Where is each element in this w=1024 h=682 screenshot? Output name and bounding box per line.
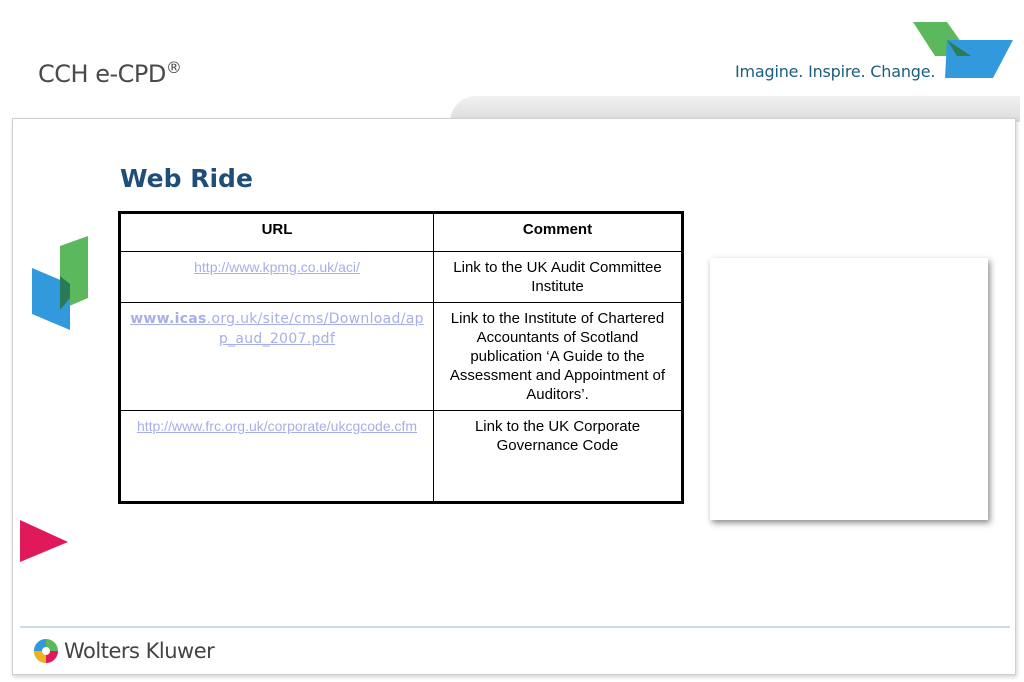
url-cell: http://www.kpmg.co.uk/aci/ bbox=[119, 251, 434, 303]
footer-divider bbox=[20, 626, 1010, 628]
registered-mark: ® bbox=[165, 58, 182, 77]
left-shapes-icon bbox=[32, 236, 88, 330]
footer-logo-text: Wolters Kluwer bbox=[64, 639, 215, 663]
url-cell: http://www.frc.org.uk/corporate/ukcgcode… bbox=[119, 410, 434, 503]
column-header-url: URL bbox=[119, 212, 434, 252]
brand-title: CCH e-CPD® bbox=[38, 58, 182, 88]
pink-arrow-icon bbox=[20, 520, 68, 562]
footer-logo: Wolters Kluwer bbox=[32, 637, 215, 665]
url-cell: www.icas.org.uk/site/cms/Download/app_au… bbox=[119, 302, 434, 411]
page-title: Web Ride bbox=[120, 164, 253, 193]
table-row: http://www.frc.org.uk/corporate/ukcgcode… bbox=[119, 410, 683, 503]
url-link-icas-bold: www.icas bbox=[130, 311, 207, 327]
table-header-row: URL Comment bbox=[119, 212, 683, 252]
globe-icon bbox=[34, 639, 58, 663]
image-placeholder bbox=[710, 258, 988, 520]
corner-logo-icon bbox=[913, 22, 1013, 78]
column-header-comment: Comment bbox=[433, 212, 683, 252]
table-row: http://www.kpmg.co.uk/aci/ Link to the U… bbox=[119, 251, 683, 303]
table-row: www.icas.org.uk/site/cms/Download/app_au… bbox=[119, 302, 683, 411]
url-link-frc[interactable]: http://www.frc.org.uk/corporate/ukcgcode… bbox=[137, 418, 417, 434]
comment-cell: Link to the Institute of Chartered Accou… bbox=[433, 302, 683, 411]
url-link-icas-rest: .org.uk/site/cms/Download/app_aud_2007.p… bbox=[206, 311, 424, 347]
comment-cell: Link to the UK Audit Committee Institute bbox=[433, 251, 683, 303]
brand-name: CCH e-CPD bbox=[38, 60, 166, 88]
url-link-icas[interactable]: www.icas.org.uk/site/cms/Download/app_au… bbox=[130, 311, 424, 347]
web-ride-table: URL Comment http://www.kpmg.co.uk/aci/ L… bbox=[118, 211, 684, 504]
comment-cell: Link to the UK Corporate Governance Code bbox=[433, 410, 683, 503]
url-link-kpmg[interactable]: http://www.kpmg.co.uk/aci/ bbox=[194, 259, 360, 275]
